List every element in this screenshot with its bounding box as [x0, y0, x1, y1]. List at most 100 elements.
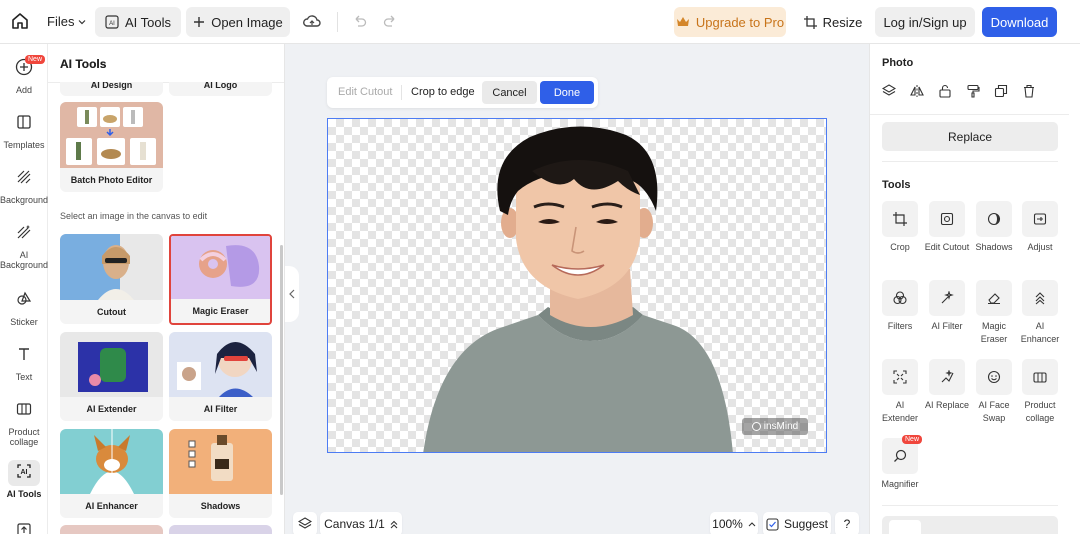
rail-item-text[interactable]: Text: [0, 343, 48, 382]
rail-label: Product collage: [8, 427, 40, 447]
help-button[interactable]: ?: [835, 512, 859, 534]
canvas-image[interactable]: [327, 118, 827, 453]
sticker-icon: [17, 291, 32, 305]
rail-label: Templates: [3, 140, 45, 150]
duplicate-icon[interactable]: [994, 84, 1008, 98]
zoom-value: 100%: [712, 517, 743, 531]
tool-shadows[interactable]: Shadows: [971, 201, 1017, 254]
suggest-label: Suggest: [783, 517, 829, 531]
tool-filters[interactable]: Filters: [877, 280, 923, 333]
rail-icon-wrap: [8, 166, 40, 192]
unlock-icon[interactable]: [938, 84, 952, 98]
rail-item-ai-background[interactable]: AI Background: [0, 221, 48, 270]
home-icon[interactable]: [10, 11, 30, 31]
rail-item-upload[interactable]: [0, 518, 48, 534]
tool-card-ai-extender[interactable]: AI Extender: [60, 332, 163, 421]
canvas-pages-button[interactable]: Canvas 1/1: [320, 512, 402, 534]
rail-item-add[interactable]: New Add: [0, 55, 48, 95]
rail-item-sticker[interactable]: Sticker: [0, 288, 48, 327]
templates-icon: [17, 115, 31, 129]
magic-eraser-thumbnail: [171, 236, 270, 299]
tool-icon-box: [1022, 280, 1058, 316]
download-button[interactable]: Download: [982, 7, 1057, 37]
login-label: Log in/Sign up: [883, 14, 967, 30]
redo-icon[interactable]: [382, 13, 398, 29]
rail-label: Add: [15, 85, 32, 95]
divider: [337, 12, 338, 32]
edit-cutout-button[interactable]: Edit Cutout: [338, 86, 392, 98]
rail-item-templates[interactable]: Templates: [0, 111, 48, 150]
tool-label: Product collage: [1024, 400, 1056, 423]
tool-card-ai-filter[interactable]: AI Filter: [169, 332, 272, 421]
tool-label: Magic Eraser: [980, 321, 1008, 344]
panel-scrollbar[interactable]: [280, 245, 283, 495]
card-label: Cutout: [97, 307, 126, 317]
rail-item-product-collage[interactable]: Product collage: [0, 398, 48, 447]
resize-button[interactable]: Resize: [802, 7, 864, 37]
tool-card-cutout[interactable]: Cutout: [60, 234, 163, 324]
tool-card-partial[interactable]: [60, 525, 163, 534]
tool-magic-eraser[interactable]: Magic Eraser: [971, 280, 1017, 346]
rail-icon-wrap: [8, 111, 40, 137]
cloud-upload-icon[interactable]: [302, 12, 322, 32]
magnifier-icon: [894, 449, 907, 462]
ai-filter-icon: [941, 291, 954, 304]
layers-button[interactable]: [293, 512, 317, 534]
tool-magnifier[interactable]: New Magnifier: [877, 435, 923, 491]
tool-card-magic-eraser[interactable]: Magic Eraser: [169, 234, 272, 325]
resize-label: Resize: [822, 14, 863, 30]
undo-icon[interactable]: [352, 13, 368, 29]
background-icon: [17, 170, 31, 184]
tool-ai-filter[interactable]: AI Filter: [924, 280, 970, 333]
photo-actions: [882, 84, 1036, 98]
upload-icon: [17, 523, 31, 534]
zoom-select[interactable]: 100%: [710, 512, 758, 534]
crown-icon: [676, 17, 689, 26]
tool-ai-extender[interactable]: AI Extender: [877, 359, 923, 425]
crop-icon: [893, 212, 907, 226]
ai-tools-button[interactable]: AI AI Tools: [95, 7, 181, 37]
login-button[interactable]: Log in/Sign up: [875, 7, 975, 37]
rail-icon-wrap: [8, 288, 40, 314]
rail-item-ai-tools[interactable]: AI AI Tools: [0, 460, 48, 499]
suggest-button[interactable]: Suggest: [763, 512, 831, 534]
replace-button[interactable]: Replace: [882, 122, 1058, 151]
photo-section-title: Photo: [882, 57, 914, 69]
tool-label: Adjust: [1027, 242, 1053, 252]
tool-edit-cutout[interactable]: Edit Cutout: [924, 201, 970, 254]
tools-section-title: Tools: [882, 179, 911, 191]
tool-card-shadows[interactable]: Shadows: [169, 429, 272, 518]
svg-text:AI: AI: [21, 469, 28, 476]
tool-icon-box: [929, 201, 965, 237]
tool-crop[interactable]: Crop: [877, 201, 923, 254]
layers-order-icon[interactable]: [882, 84, 896, 98]
chevron-up-icon: [748, 522, 756, 527]
flip-icon[interactable]: [910, 84, 924, 98]
edit-cutout-icon: [940, 212, 954, 226]
cancel-button[interactable]: Cancel: [482, 81, 537, 104]
trash-icon[interactable]: [1022, 84, 1036, 98]
extender-icon: [893, 370, 907, 384]
paint-roller-icon[interactable]: [966, 84, 980, 98]
rail-label: AI Background: [0, 250, 49, 270]
collapse-panel-button[interactable]: [285, 266, 299, 322]
ai-tools-label: AI Tools: [124, 14, 171, 30]
tool-card-partial[interactable]: [169, 525, 272, 534]
files-menu[interactable]: Files: [47, 14, 86, 29]
tool-card-batch-photo-editor[interactable]: Batch Photo Editor: [60, 102, 163, 192]
crop-to-edge-button[interactable]: Crop to edge: [411, 86, 475, 98]
upgrade-button[interactable]: Upgrade to Pro: [674, 7, 786, 37]
tool-card-ai-enhancer[interactable]: AI Enhancer: [60, 429, 163, 518]
tool-product-collage[interactable]: Product collage: [1017, 359, 1063, 425]
rail-item-background[interactable]: Background: [0, 166, 48, 205]
chevron-down-icon: [79, 19, 86, 24]
open-image-button[interactable]: Open Image: [186, 7, 290, 37]
done-button[interactable]: Done: [540, 81, 594, 104]
tool-adjust[interactable]: Adjust: [1017, 201, 1063, 254]
tool-label: Shadows: [975, 242, 1013, 252]
tool-ai-face-swap[interactable]: AI Face Swap: [971, 359, 1017, 425]
tool-ai-enhancer[interactable]: AI Enhancer: [1017, 280, 1063, 346]
files-label: Files: [47, 14, 75, 29]
cutout-thumbnail: [60, 234, 163, 300]
tool-ai-replace[interactable]: AI Replace: [924, 359, 970, 412]
